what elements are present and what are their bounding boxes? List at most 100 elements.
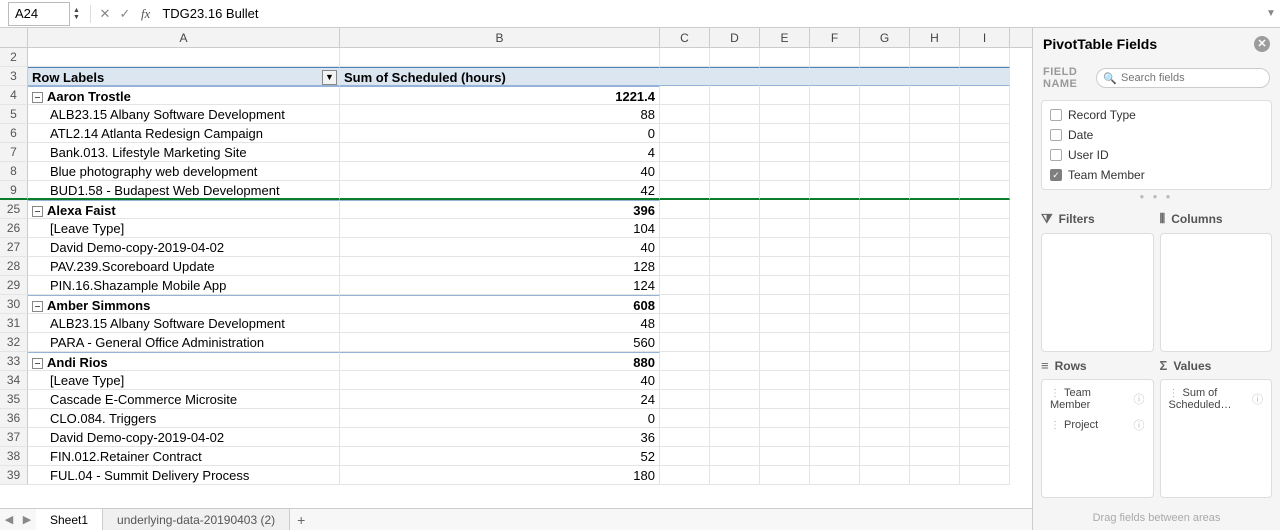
cell[interactable] (710, 428, 760, 447)
cell[interactable] (660, 276, 710, 295)
cell[interactable] (910, 276, 960, 295)
checkbox-icon[interactable]: ✓ (1050, 169, 1062, 181)
cell[interactable] (960, 181, 1010, 200)
cell[interactable]: –Alexa Faist (28, 200, 340, 219)
cell[interactable]: 180 (340, 466, 660, 485)
checkbox-icon[interactable] (1050, 149, 1062, 161)
cell[interactable]: David Demo-copy-2019-04-02 (28, 428, 340, 447)
row-header[interactable]: 28 (0, 257, 28, 276)
cell[interactable] (660, 162, 710, 181)
cell[interactable]: 40 (340, 371, 660, 390)
cell[interactable] (660, 181, 710, 200)
cell[interactable] (660, 200, 710, 219)
cell[interactable] (660, 409, 710, 428)
row-labels-filter-icon[interactable]: ▼ (322, 70, 337, 85)
filters-dropzone[interactable] (1041, 233, 1154, 352)
cell[interactable]: ALB23.15 Albany Software Development (28, 314, 340, 333)
cell[interactable]: 124 (340, 276, 660, 295)
row-header[interactable]: 26 (0, 219, 28, 238)
row-header[interactable]: 30 (0, 295, 28, 314)
cell[interactable] (660, 105, 710, 124)
cell[interactable] (760, 295, 810, 314)
cell[interactable] (860, 181, 910, 200)
cell[interactable] (660, 219, 710, 238)
cell[interactable] (760, 181, 810, 200)
field-search[interactable]: 🔍 (1096, 68, 1270, 88)
cell[interactable] (860, 86, 910, 105)
cell[interactable]: 0 (340, 124, 660, 143)
cell[interactable] (810, 390, 860, 409)
cell[interactable]: PAV.239.Scoreboard Update (28, 257, 340, 276)
cell[interactable] (960, 124, 1010, 143)
cell[interactable] (710, 447, 760, 466)
cell[interactable] (760, 86, 810, 105)
row-header[interactable]: 2 (0, 48, 28, 67)
cell[interactable]: ATL2.14 Atlanta Redesign Campaign (28, 124, 340, 143)
cell[interactable] (810, 238, 860, 257)
cell[interactable] (910, 238, 960, 257)
cell[interactable] (860, 124, 910, 143)
cell[interactable] (760, 428, 810, 447)
cell[interactable] (760, 314, 810, 333)
field-item[interactable]: ✓Team Member (1048, 165, 1265, 185)
sheet-tab-active[interactable]: Sheet1 (36, 509, 103, 530)
cell[interactable] (710, 48, 760, 67)
formula-input[interactable] (156, 2, 1262, 26)
cell[interactable] (910, 466, 960, 485)
cell[interactable]: –Amber Simmons (28, 295, 340, 314)
cell[interactable] (810, 200, 860, 219)
cell[interactable]: David Demo-copy-2019-04-02 (28, 238, 340, 257)
sheet-tab-other[interactable]: underlying-data-20190403 (2) (103, 509, 290, 530)
cell[interactable]: 36 (340, 428, 660, 447)
collapse-toggle-icon[interactable]: – (32, 301, 43, 312)
row-header[interactable]: 4 (0, 86, 28, 105)
row-header[interactable]: 39 (0, 466, 28, 485)
cell[interactable] (960, 162, 1010, 181)
row-header[interactable]: 5 (0, 105, 28, 124)
cell[interactable] (860, 162, 910, 181)
select-all-corner[interactable] (0, 28, 28, 47)
row-header[interactable]: 9 (0, 181, 28, 200)
cell[interactable]: 880 (340, 352, 660, 371)
cell[interactable] (810, 219, 860, 238)
row-header[interactable]: 29 (0, 276, 28, 295)
cell[interactable] (960, 428, 1010, 447)
cell[interactable] (710, 219, 760, 238)
cell[interactable] (660, 371, 710, 390)
cell[interactable] (660, 48, 710, 67)
cell[interactable]: 40 (340, 162, 660, 181)
cell[interactable] (910, 48, 960, 67)
cell[interactable]: –Aaron Trostle (28, 86, 340, 105)
column-header-G[interactable]: G (860, 28, 910, 47)
cell[interactable] (860, 352, 910, 371)
row-header[interactable]: 3 (0, 67, 28, 86)
cell[interactable]: FIN.012.Retainer Contract (28, 447, 340, 466)
cell[interactable] (660, 124, 710, 143)
cell[interactable] (660, 257, 710, 276)
cell[interactable] (960, 67, 1010, 86)
cell[interactable] (860, 105, 910, 124)
cell[interactable]: Blue photography web development (28, 162, 340, 181)
row-header[interactable]: 31 (0, 314, 28, 333)
cell[interactable] (760, 162, 810, 181)
cell[interactable] (960, 333, 1010, 352)
area-chip[interactable]: ⋮Projectⓘ (1046, 414, 1149, 436)
cell[interactable]: 560 (340, 333, 660, 352)
cell[interactable] (860, 238, 910, 257)
cell[interactable]: [Leave Type] (28, 219, 340, 238)
cell[interactable]: 42 (340, 181, 660, 200)
cell[interactable] (710, 257, 760, 276)
cell[interactable] (960, 238, 1010, 257)
cell[interactable] (810, 181, 860, 200)
cell[interactable]: FUL.04 - Summit Delivery Process (28, 466, 340, 485)
cell[interactable]: BUD1.58 - Budapest Web Development (28, 181, 340, 200)
cell[interactable] (860, 295, 910, 314)
cell[interactable] (710, 162, 760, 181)
cell[interactable] (710, 67, 760, 86)
panel-close-icon[interactable]: ✕ (1254, 36, 1270, 52)
cell[interactable] (960, 219, 1010, 238)
cell[interactable] (960, 371, 1010, 390)
cell[interactable] (960, 48, 1010, 67)
cell[interactable] (810, 447, 860, 466)
cell[interactable] (760, 276, 810, 295)
